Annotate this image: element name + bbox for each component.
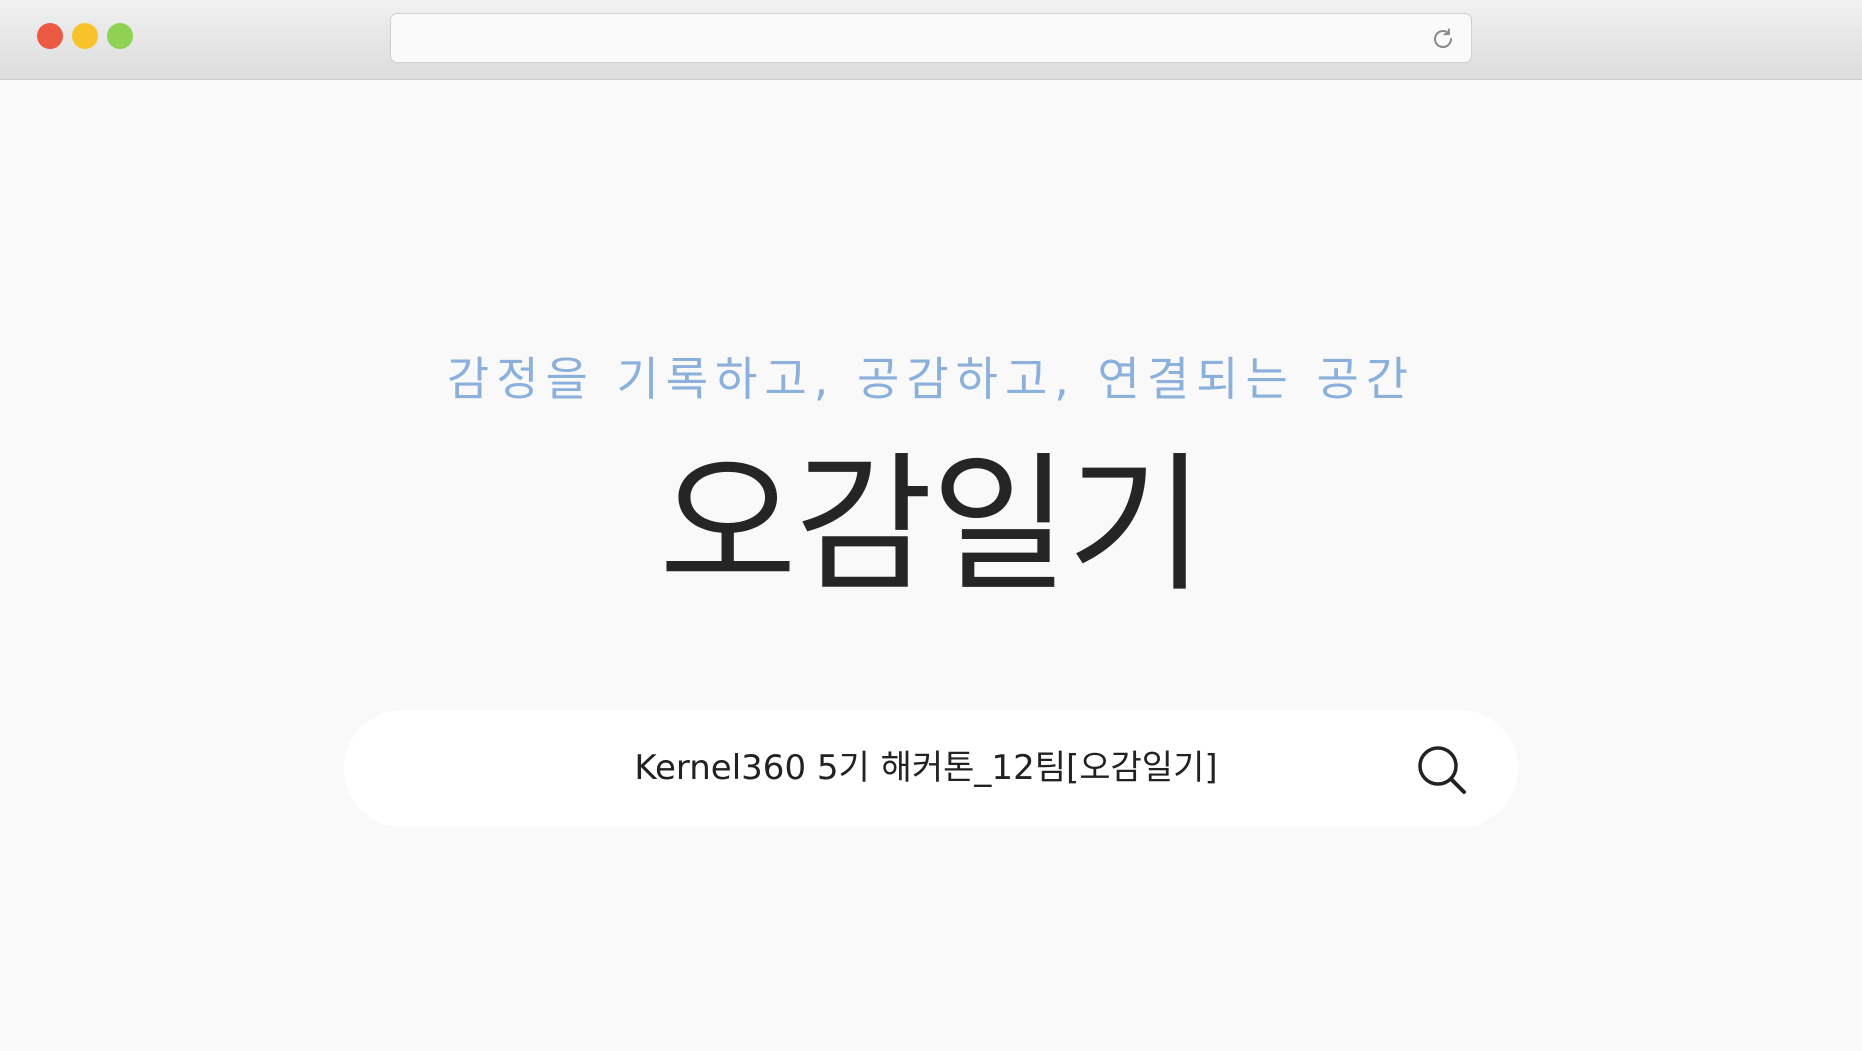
close-window-button[interactable]: [37, 23, 63, 49]
tagline: 감정을 기록하고, 공감하고, 연결되는 공간: [446, 352, 1416, 406]
reload-icon[interactable]: [1429, 25, 1457, 53]
browser-titlebar: [0, 0, 1862, 80]
maximize-window-button[interactable]: [107, 23, 133, 49]
page-title: 오감일기: [658, 439, 1205, 613]
search-bar[interactable]: Kernel360 5기 해커톤_12팀[오감일기]: [344, 710, 1518, 827]
browser-window: 감정을 기록하고, 공감하고, 연결되는 공간 오감일기 Kernel360 5…: [0, 0, 1862, 1051]
page-content: 감정을 기록하고, 공감하고, 연결되는 공간 오감일기 Kernel360 5…: [0, 81, 1862, 1051]
search-icon[interactable]: [1416, 744, 1468, 796]
minimize-window-button[interactable]: [72, 23, 98, 49]
address-bar[interactable]: [390, 13, 1472, 63]
search-input[interactable]: Kernel360 5기 해커톤_12팀[오감일기]: [344, 710, 1518, 827]
